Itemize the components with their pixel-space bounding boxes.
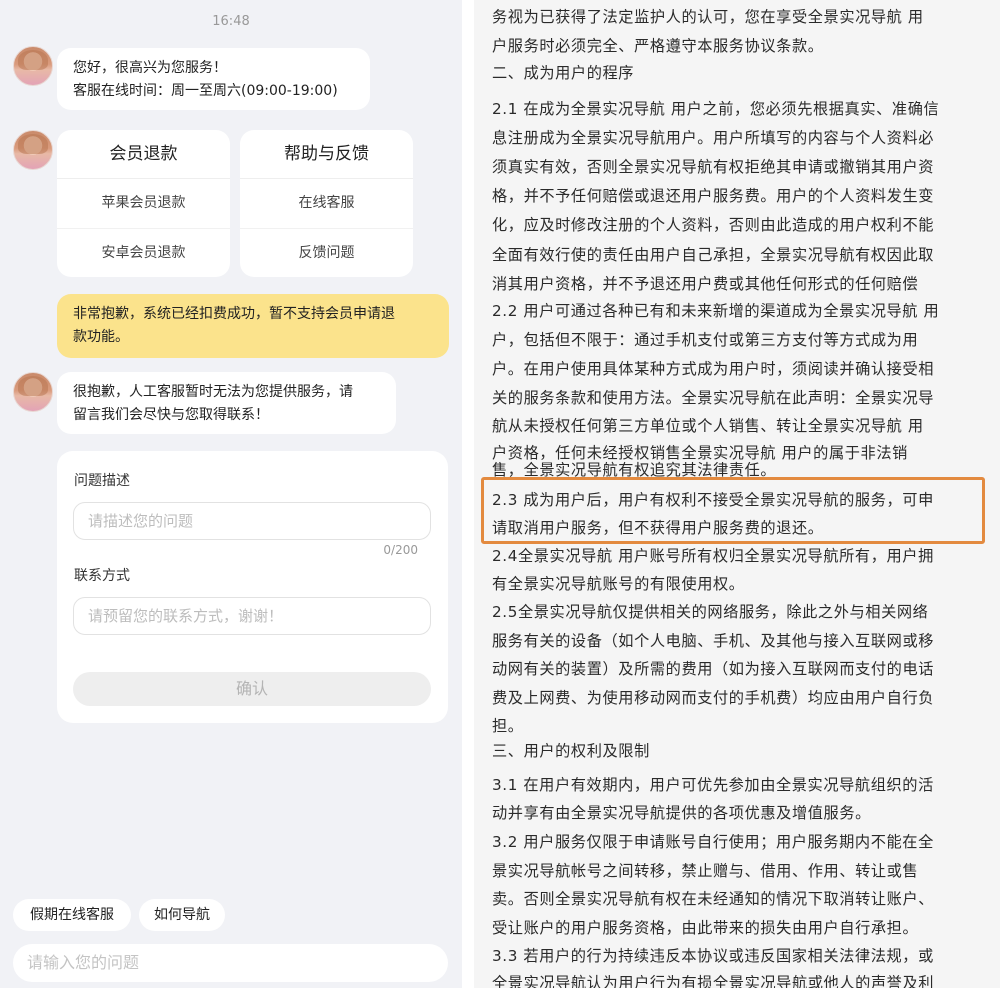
agreement-line: 全面有效行使的责任由用户自己承担，全景实况导航有权因此取 — [492, 246, 935, 264]
greeting-line: 您好，很高兴为您服务！ — [73, 60, 227, 76]
help-card: 帮助与反馈 在线客服 反馈问题 — [240, 130, 413, 277]
refund-card: 会员退款 苹果会员退款 安卓会员退款 — [57, 130, 230, 277]
help-card-title: 帮助与反馈 — [240, 130, 413, 179]
agreement-line: 3.1 在用户有效期内，用户可优先参加由全景实况导航组织的活 — [492, 776, 934, 794]
agreement-line: 2.5全景实况导航仅提供相关的网络服务，除此之外与相关网络 — [492, 603, 929, 621]
agreement-line: 户，包括但不限于：通过手机支付或第三方支付等方式成为用 — [492, 331, 919, 349]
agreement-line: 户。在用户使用具体某种方式成为用户时，须阅读并确认接受相 — [492, 360, 935, 378]
agreement-line: 担。 — [492, 717, 524, 735]
online-service-option[interactable]: 在线客服 — [240, 179, 413, 229]
quick-reply-how-to-navigate[interactable]: 如何导航 — [139, 899, 225, 931]
chat-timestamp: 16:48 — [212, 14, 250, 29]
agreement-line: 受让账户的用户服务资格，由此带来的损失由用户自行承担。 — [492, 919, 919, 937]
android-refund-option[interactable]: 安卓会员退款 — [57, 229, 230, 278]
agreement-line: 航从未授权任何第三方单位或个人销售、转让全景实况导航 用 — [492, 417, 924, 435]
agreement-line: 息注册成为全景实况导航用户。用户所填写的内容与个人资料必 — [492, 129, 935, 147]
agreement-line: 服务有关的设备（如个人电脑、手机、及其他与接入互联网或移 — [492, 632, 935, 650]
agreement-line: 3.2 用户服务仅限于申请账号自行使用；用户服务期内不能在全 — [492, 833, 934, 851]
quick-reply-holiday-service[interactable]: 假期在线客服 — [13, 899, 131, 931]
agreement-line: 2.1 在成为全景实况导航 用户之前，您必须先根据真实、准确信 — [492, 100, 940, 118]
reply-bubble: 很抱歉，人工客服暂时无法为您提供服务，请 留言我们会尽快与您取得联系！ — [57, 372, 396, 434]
agent-avatar — [13, 130, 53, 170]
service-hours-line: 客服在线时间：周一至周六(09:00-19:00) — [73, 83, 338, 99]
agent-avatar — [13, 46, 53, 86]
contact-label: 联系方式 — [74, 568, 130, 584]
agreement-line: 动网有关的装置）及所需的费用（如为接入互联网而支付的电话 — [492, 660, 935, 678]
reply-line: 很抱歉，人工客服暂时无法为您提供服务，请 — [73, 384, 353, 400]
agreement-line: 化，应及时修改注册的个人资料，否则由此造成的用户权利不能 — [492, 216, 935, 234]
problem-description-label: 问题描述 — [74, 473, 130, 489]
panel-divider — [462, 0, 474, 988]
agreement-line: 须真实有效，否则全景实况导航有权拒绝其申请或撤销其用户资 — [492, 158, 935, 176]
chat-input[interactable]: 请输入您的问题 — [13, 944, 448, 982]
highlight-box — [481, 477, 985, 544]
feedback-form: 问题描述 请描述您的问题 0/200 联系方式 请预留您的联系方式，谢谢！ 确认 — [57, 451, 448, 723]
contact-input[interactable]: 请预留您的联系方式，谢谢！ — [73, 597, 431, 635]
reply-line: 留言我们会尽快与您取得联系！ — [73, 407, 269, 423]
agreement-line: 全景实况导航认为用户行为有损全景实况导航或他人的声誉及利 — [492, 974, 935, 988]
agreement-line: 3.3 若用户的行为持续违反本协议或违反国家相关法律法规，或 — [492, 947, 934, 965]
agreement-line: 格，并不予任何赔偿或退还用户服务费。用户的个人资料发生变 — [492, 187, 935, 205]
agreement-line: 关的服务条款和使用方法。全景实况导航在此声明：全景实况导 — [492, 389, 935, 407]
agreement-line: 费及上网费、为使用移动网而支付的手机费）均应由用户自行负 — [492, 689, 935, 707]
confirm-button[interactable]: 确认 — [73, 672, 431, 706]
agreement-line: 有全景实况导航账号的有限使用权。 — [492, 575, 745, 593]
agreement-line: 动并享有由全景实况导航提供的各项优惠及增值服务。 — [492, 804, 871, 822]
agreement-line: 景实况导航帐号之间转移，禁止赠与、借用、作用、转让或售 — [492, 862, 919, 880]
agreement-line: 户服务时必须完全、严格遵守本服务协议条款。 — [492, 37, 824, 55]
char-counter: 0/200 — [383, 543, 418, 557]
user-message-bubble: 非常抱歉，系统已经扣费成功，暂不支持会员申请退 款功能。 — [57, 294, 449, 358]
problem-description-input[interactable]: 请描述您的问题 — [73, 502, 431, 540]
greeting-bubble: 您好，很高兴为您服务！ 客服在线时间：周一至周六(09:00-19:00) — [57, 48, 370, 110]
agreement-line: 二、成为用户的程序 — [492, 64, 635, 82]
agreement-line: 2.2 用户可通过各种已有和未来新增的渠道成为全景实况导航 用 — [492, 302, 940, 320]
refund-card-title: 会员退款 — [57, 130, 230, 179]
user-message-line: 款功能。 — [73, 329, 129, 345]
agent-avatar — [13, 372, 53, 412]
agreement-line: 务视为已获得了法定监护人的认可，您在享受全景实况导航 用 — [492, 8, 924, 26]
feedback-option[interactable]: 反馈问题 — [240, 229, 413, 278]
agreement-line: 卖。否则全景实况导航有权在未经通知的情况下取消转让账户、 — [492, 890, 935, 908]
agreement-line: 消其用户资格，并不予退还用户费或其他任何形式的任何赔偿 — [492, 275, 919, 293]
user-message-line: 非常抱歉，系统已经扣费成功，暂不支持会员申请退 — [73, 306, 395, 322]
chat-panel: 16:48 您好，很高兴为您服务！ 客服在线时间：周一至周六(09:00-19:… — [0, 0, 462, 988]
agreement-line: 三、用户的权利及限制 — [492, 742, 650, 760]
agreement-line: 2.4全景实况导航 用户账号所有权归全景实况导航所有，用户拥 — [492, 547, 934, 565]
apple-refund-option[interactable]: 苹果会员退款 — [57, 179, 230, 229]
